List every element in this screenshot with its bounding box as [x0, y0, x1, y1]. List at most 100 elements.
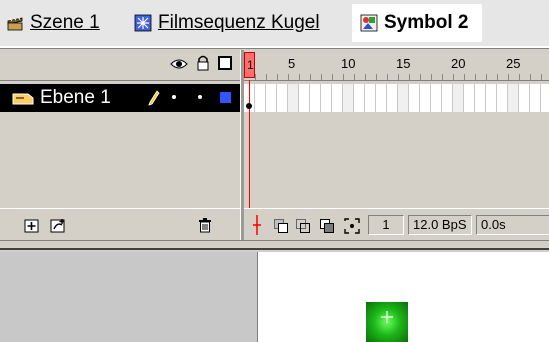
ruler-tick — [310, 74, 311, 80]
scene-clapper-icon — [6, 14, 24, 32]
layer-icon — [12, 90, 34, 111]
timeline-status-bar: 1 12.0 BpS 0.0s — [244, 208, 549, 241]
breadcrumb-scene-1[interactable]: Szene 1 — [6, 8, 100, 38]
ruler-tick — [464, 74, 465, 80]
frame-cell[interactable] — [453, 84, 464, 112]
ruler-number: 20 — [451, 56, 466, 71]
frame-cell[interactable] — [387, 84, 398, 112]
lock-icon[interactable] — [196, 55, 210, 76]
frame-cell[interactable] — [343, 84, 354, 112]
pencil-icon — [148, 90, 160, 111]
ruler-number: 25 — [506, 56, 521, 71]
breadcrumb-filmsequenz-kugel[interactable]: Filmsequenz Kugel — [134, 8, 320, 38]
lock-dot[interactable] — [198, 95, 202, 99]
ruler-tick — [332, 74, 333, 80]
frame-cell[interactable] — [376, 84, 387, 112]
frame-cell[interactable] — [475, 84, 486, 112]
ruler-tick — [288, 74, 289, 80]
layer-toolbar — [0, 208, 240, 241]
graphic-symbol-icon — [360, 14, 378, 32]
delete-layer-icon[interactable] — [198, 217, 212, 238]
ruler-tick — [255, 74, 256, 80]
frame-cell[interactable] — [519, 84, 530, 112]
frame-cell[interactable] — [288, 84, 299, 112]
ruler-tick — [321, 74, 322, 80]
ruler-number: 15 — [396, 56, 411, 71]
layer-list-empty — [0, 112, 240, 208]
visibility-dot[interactable] — [172, 95, 176, 99]
ruler-tick — [365, 74, 366, 80]
center-frame-icon[interactable] — [252, 215, 262, 240]
frame-cell[interactable] — [486, 84, 497, 112]
frame-cell[interactable] — [299, 84, 310, 112]
breadcrumb-symbol-2[interactable]: Symbol 2 — [352, 4, 483, 42]
pasteboard[interactable] — [0, 252, 258, 342]
movieclip-icon — [134, 14, 152, 32]
frames-empty — [244, 112, 549, 208]
ruler-tick — [299, 74, 300, 80]
ruler-tick — [420, 74, 421, 80]
layer-color-swatch[interactable] — [220, 92, 231, 103]
ruler-tick — [343, 74, 344, 80]
frame-cell[interactable] — [321, 84, 332, 112]
ruler-tick — [277, 74, 278, 80]
edit-multiple-frames-icon[interactable] — [320, 219, 334, 238]
onion-skin-icon[interactable] — [274, 219, 288, 238]
ruler-tick — [541, 74, 542, 80]
frame-cell[interactable] — [464, 84, 475, 112]
elapsed-time-field: 0.0s — [476, 215, 549, 235]
frame-cell[interactable] — [508, 84, 519, 112]
frame-cell[interactable] — [420, 84, 431, 112]
frame-cell[interactable] — [365, 84, 376, 112]
layer-header — [0, 50, 240, 81]
frame-rate-field: 12.0 BpS — [408, 215, 472, 235]
layer-name[interactable]: Ebene 1 — [40, 87, 111, 109]
eye-icon[interactable] — [170, 57, 188, 76]
onion-skin-outlines-icon[interactable] — [296, 219, 310, 238]
frame-cell[interactable] — [409, 84, 420, 112]
frame-cell[interactable] — [541, 84, 549, 112]
outline-square-icon[interactable] — [218, 56, 232, 70]
frame-cell[interactable] — [310, 84, 321, 112]
ruler-tick — [398, 74, 399, 80]
frame-cell[interactable] — [266, 84, 277, 112]
frame-cell[interactable] — [332, 84, 343, 112]
modify-onion-markers-icon[interactable] — [344, 218, 360, 239]
registration-point-icon — [380, 310, 394, 324]
frame-cell[interactable] — [431, 84, 442, 112]
ruler-tick — [508, 74, 509, 80]
timeline-stage-splitter[interactable] — [0, 240, 549, 250]
frame-cell[interactable] — [255, 84, 266, 112]
breadcrumb: Szene 1 Filmsequenz Kugel Symbol 2 — [0, 0, 549, 46]
ruler-tick — [475, 74, 476, 80]
frame-cell[interactable] — [530, 84, 541, 112]
ruler-tick — [409, 74, 410, 80]
frame-ruler[interactable]: 1 5 10 15 20 25 — [244, 50, 549, 81]
ruler-number: 5 — [288, 56, 296, 71]
ruler-tick — [442, 74, 443, 80]
frame-cell[interactable] — [277, 84, 288, 112]
ruler-tick — [266, 74, 267, 80]
ruler-tick — [497, 74, 498, 80]
playhead[interactable]: 1 — [244, 52, 255, 78]
layer-row-ebene-1[interactable]: Ebene 1 — [0, 84, 240, 112]
ruler-tick — [530, 74, 531, 80]
ruler-number: 10 — [341, 56, 356, 71]
frame-cell[interactable] — [497, 84, 508, 112]
insert-layer-icon[interactable] — [24, 218, 40, 239]
ruler-tick — [486, 74, 487, 80]
add-guide-layer-icon[interactable] — [50, 217, 68, 240]
ruler-tick — [354, 74, 355, 80]
current-frame-field: 1 — [368, 215, 404, 235]
breadcrumb-separator — [0, 46, 549, 49]
ruler-tick — [453, 74, 454, 80]
ruler-tick — [376, 74, 377, 80]
frame-cell[interactable] — [354, 84, 365, 112]
ruler-tick — [519, 74, 520, 80]
ruler-tick — [431, 74, 432, 80]
layer-frames[interactable] — [244, 84, 549, 112]
frame-cell[interactable] — [442, 84, 453, 112]
frame-cell[interactable] — [398, 84, 409, 112]
keyframe-dot[interactable] — [246, 103, 252, 109]
ruler-tick — [387, 74, 388, 80]
